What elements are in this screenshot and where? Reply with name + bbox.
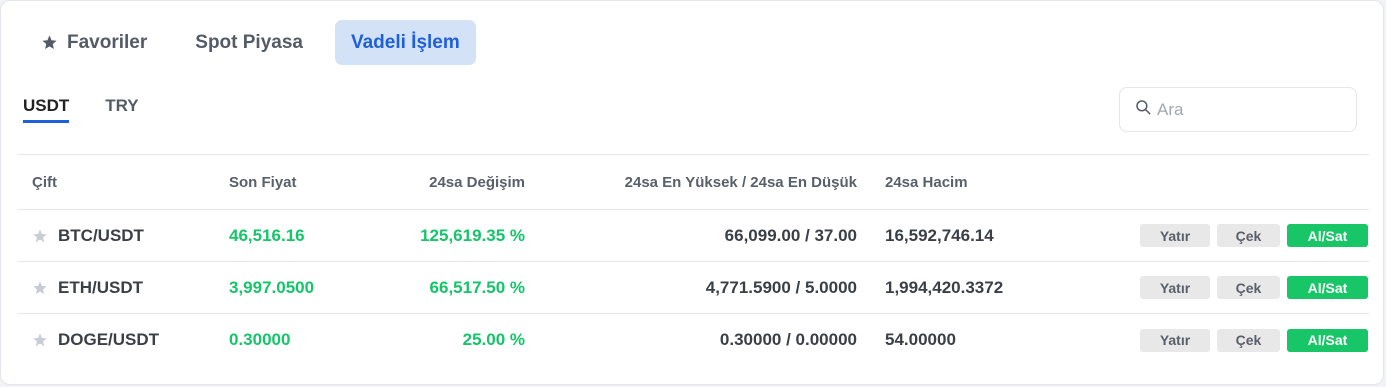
search-box: [1119, 87, 1357, 132]
change-percent: 125,619.35 %: [420, 225, 525, 245]
markets-panel: Favoriler Spot Piyasa Vadeli İşlem USDT …: [0, 0, 1384, 385]
tab-spot-market-label: Spot Piyasa: [195, 31, 303, 53]
tab-futures[interactable]: Vadeli İşlem: [334, 20, 476, 65]
star-icon: [41, 34, 58, 51]
deposit-button[interactable]: Yatır: [1140, 276, 1210, 299]
row-actions: Yatır Çek Al/Sat: [1140, 210, 1368, 261]
tab-usdt[interactable]: USDT: [23, 96, 70, 123]
high-low: 66,099.00 / 37.00: [724, 225, 857, 245]
pair-name[interactable]: ETH/USDT: [58, 278, 143, 298]
table-row: BTC/USDT 46,516.16 125,619.35 % 66,099.0…: [18, 210, 1369, 262]
tab-favorites[interactable]: Favoriler: [25, 20, 163, 65]
volume: 1,994,420.3372: [885, 277, 1004, 297]
last-price: 0.30000: [229, 330, 291, 349]
row-actions: Yatır Çek Al/Sat: [1140, 262, 1368, 313]
pair-name[interactable]: BTC/USDT: [58, 226, 144, 246]
search-input[interactable]: [1157, 99, 1347, 120]
trade-button[interactable]: Al/Sat: [1287, 328, 1368, 352]
tab-futures-label: Vadeli İşlem: [350, 31, 460, 53]
header-last-price: Son Fiyat: [229, 173, 297, 191]
header-high-low: 24sa En Yüksek / 24sa En Düşük: [624, 173, 857, 191]
header-change: 24sa Değişim: [429, 173, 525, 191]
table-row: DOGE/USDT 0.30000 25.00 % 0.30000 / 0.00…: [18, 314, 1369, 366]
tab-try[interactable]: TRY: [105, 96, 138, 123]
market-table: Çift Son Fiyat 24sa Değişim 24sa En Yüks…: [18, 154, 1369, 366]
pair-name[interactable]: DOGE/USDT: [58, 330, 159, 350]
tab-favorites-label: Favoriler: [67, 31, 148, 53]
change-percent: 25.00 %: [462, 330, 525, 349]
table-row: ETH/USDT 3,997.0500 66,517.50 % 4,771.59…: [18, 262, 1369, 314]
favorite-star-icon[interactable]: [32, 280, 48, 296]
favorite-star-icon[interactable]: [32, 332, 48, 348]
volume: 54.00000: [885, 330, 956, 349]
last-price: 46,516.16: [229, 225, 305, 245]
market-tabs: Favoriler Spot Piyasa Vadeli İşlem: [25, 20, 492, 65]
tab-spot-market[interactable]: Spot Piyasa: [179, 20, 319, 65]
high-low: 0.30000 / 0.00000: [719, 330, 857, 349]
trade-button[interactable]: Al/Sat: [1287, 224, 1368, 247]
row-actions: Yatır Çek Al/Sat: [1140, 314, 1368, 366]
volume: 16,592,746.14: [885, 225, 994, 245]
withdraw-button[interactable]: Çek: [1217, 276, 1280, 299]
table-header: Çift Son Fiyat 24sa Değişim 24sa En Yüks…: [18, 154, 1369, 210]
header-pair: Çift: [32, 173, 57, 191]
withdraw-button[interactable]: Çek: [1217, 328, 1280, 352]
withdraw-button[interactable]: Çek: [1217, 224, 1280, 247]
change-percent: 66,517.50 %: [429, 277, 525, 297]
header-volume: 24sa Hacim: [885, 173, 968, 191]
last-price: 3,997.0500: [229, 277, 315, 297]
trade-button[interactable]: Al/Sat: [1287, 276, 1368, 299]
currency-tabs: USDT TRY: [23, 96, 175, 123]
deposit-button[interactable]: Yatır: [1140, 328, 1210, 352]
search-icon: [1134, 98, 1157, 121]
high-low: 4,771.5900 / 5.0000: [705, 277, 857, 297]
favorite-star-icon[interactable]: [32, 228, 48, 244]
deposit-button[interactable]: Yatır: [1140, 224, 1210, 247]
